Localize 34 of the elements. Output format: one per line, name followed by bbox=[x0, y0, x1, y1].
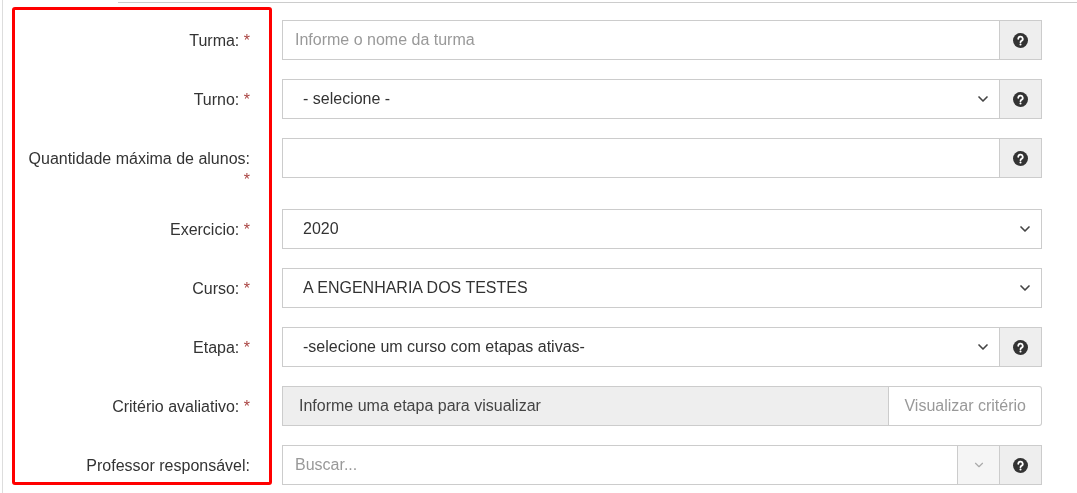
required-asterisk: * bbox=[243, 339, 250, 356]
help-button[interactable] bbox=[1000, 138, 1042, 178]
required-asterisk: * bbox=[243, 171, 250, 188]
field-label: Professor responsável: bbox=[86, 457, 250, 474]
help-icon bbox=[1013, 32, 1028, 48]
help-icon bbox=[1013, 457, 1028, 473]
text-field[interactable]: Informe o nome da turma bbox=[282, 20, 1000, 60]
required-asterisk: * bbox=[243, 221, 250, 238]
readonly-field: Informe uma etapa para visualizar bbox=[282, 386, 890, 426]
help-icon bbox=[1013, 339, 1028, 355]
search-field[interactable]: Buscar... bbox=[282, 445, 958, 485]
field-label: Quantidade máxima de alunos: bbox=[28, 150, 250, 167]
field-label: Etapa: bbox=[193, 339, 240, 356]
help-icon bbox=[1013, 91, 1028, 107]
help-button[interactable] bbox=[1000, 79, 1042, 119]
field-label: Turma: bbox=[189, 32, 240, 49]
required-asterisk: * bbox=[243, 91, 250, 108]
dropdown-toggle[interactable] bbox=[958, 445, 1000, 485]
help-button[interactable] bbox=[1000, 20, 1042, 60]
field-label: Turno: bbox=[193, 91, 240, 108]
required-asterisk: * bbox=[243, 32, 250, 49]
field-label: Exercicio: bbox=[169, 221, 240, 238]
help-icon bbox=[1013, 150, 1028, 166]
select-field[interactable]: A ENGENHARIA DOS TESTES bbox=[282, 268, 1042, 308]
text-field[interactable] bbox=[282, 138, 1000, 178]
select-field[interactable]: 2020 bbox=[282, 209, 1042, 249]
help-button[interactable] bbox=[1000, 445, 1042, 485]
select-field[interactable]: - selecione - bbox=[282, 79, 1000, 119]
required-asterisk: * bbox=[243, 398, 250, 415]
help-button[interactable] bbox=[1000, 327, 1042, 367]
required-asterisk: * bbox=[243, 280, 250, 297]
field-label: Curso: bbox=[192, 280, 240, 297]
field-label: Critério avaliativo: bbox=[112, 398, 240, 415]
select-field[interactable]: -selecione um curso com etapas ativas- bbox=[282, 327, 1000, 367]
